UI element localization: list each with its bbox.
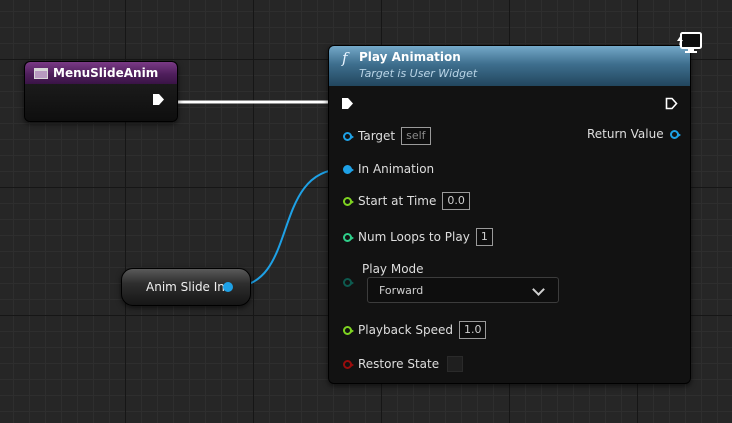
chevron-down-icon (532, 283, 545, 296)
playback-speed-row[interactable]: Playback Speed 1.0 (343, 321, 487, 339)
monitor-icon (677, 32, 702, 53)
widget-variable-icon (34, 67, 48, 79)
num-loops-pin[interactable] (343, 232, 354, 242)
play-animation-body: Target self Return Value In Animation St… (329, 86, 690, 383)
in-animation-label: In Animation (358, 162, 435, 176)
variable-node-menu-slide-anim[interactable]: MenuSlideAnim (24, 61, 178, 122)
num-loops-row[interactable]: Num Loops to Play 1 (343, 228, 493, 246)
play-animation-node[interactable]: f Play Animation Target is User Widget T… (328, 45, 691, 384)
variable-node-body (25, 84, 177, 121)
num-loops-label: Num Loops to Play (358, 230, 470, 244)
restore-state-pin[interactable] (343, 359, 354, 369)
start-at-time-label: Start at Time (358, 194, 437, 208)
return-value-label: Return Value (587, 127, 664, 141)
variable-node-title: MenuSlideAnim (53, 66, 159, 80)
target-pin[interactable] (343, 131, 354, 141)
playback-speed-pin[interactable] (343, 325, 354, 335)
play-animation-title: Play Animation (359, 50, 461, 64)
playback-speed-input[interactable]: 1.0 (458, 321, 487, 339)
num-loops-input[interactable]: 1 (475, 228, 493, 246)
play-animation-header[interactable]: f Play Animation Target is User Widget (329, 46, 690, 86)
playback-speed-label: Playback Speed (358, 323, 453, 337)
target-pin-row[interactable]: Target self (343, 127, 431, 145)
exec-in-pin-icon[interactable] (341, 97, 354, 110)
exec-out-pin-icon[interactable] (665, 97, 678, 110)
in-animation-pin[interactable] (343, 164, 354, 174)
play-mode-pin[interactable] (343, 278, 354, 287)
exec-out-pin-icon[interactable] (152, 93, 165, 106)
in-animation-row[interactable]: In Animation (343, 162, 434, 176)
restore-state-checkbox[interactable] (447, 356, 464, 372)
start-at-time-row[interactable]: Start at Time 0.0 (343, 192, 470, 210)
play-mode-label: Play Mode (362, 262, 424, 276)
anim-slide-in-label: Anim Slide In (146, 280, 225, 294)
animation-wire (231, 168, 344, 288)
target-label: Target (358, 129, 396, 143)
restore-state-label: Restore State (358, 357, 440, 371)
play-mode-label-row: Play Mode (362, 262, 424, 276)
anim-slide-in-node[interactable]: Anim Slide In (121, 268, 251, 306)
variable-node-header[interactable]: MenuSlideAnim (25, 62, 177, 84)
anim-slide-in-output-pin[interactable] (223, 282, 233, 292)
restore-state-row[interactable]: Restore State (343, 356, 464, 372)
target-value[interactable]: self (401, 127, 431, 145)
play-animation-subtitle: Target is User Widget (359, 67, 478, 80)
return-value-row[interactable]: Return Value (587, 127, 681, 141)
start-at-time-pin[interactable] (343, 196, 354, 206)
play-mode-value: Forward (379, 283, 424, 297)
start-at-time-input[interactable]: 0.0 (442, 192, 470, 210)
function-icon: f (342, 49, 348, 67)
play-mode-dropdown[interactable]: Forward (367, 277, 559, 303)
return-value-pin[interactable] (669, 129, 681, 139)
